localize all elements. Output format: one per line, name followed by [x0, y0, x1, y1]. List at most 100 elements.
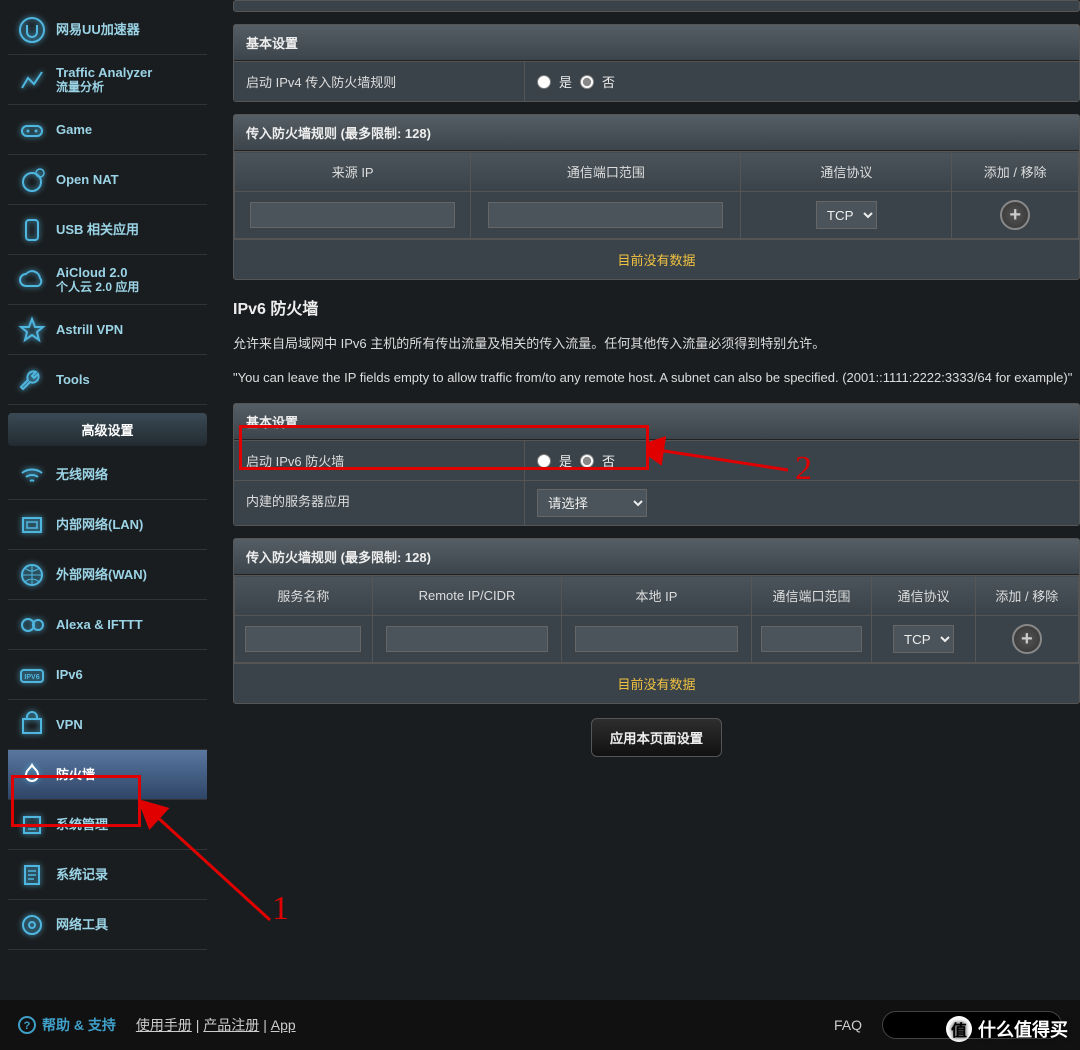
sidebar-item-astrill[interactable]: Astrill VPN [8, 305, 207, 355]
register-link[interactable]: 产品注册 [203, 1017, 259, 1033]
panel-header: 传入防火墙规则 (最多限制: 128) [234, 115, 1079, 151]
sidebar-label: 系统记录 [56, 867, 108, 883]
remote-ip-input[interactable] [386, 626, 548, 652]
ipv6-basic-panel: 基本设置 启动 IPv6 防火墙 是 否 内建的服务器应用 请选择 [233, 403, 1080, 526]
sidebar-label: 内部网络(LAN) [56, 517, 143, 533]
panel-header: 基本设置 [234, 25, 1079, 61]
table-row: TCP + [235, 616, 1079, 663]
col-action: 添加 / 移除 [952, 152, 1079, 192]
col-proto: 通信协议 [872, 576, 975, 616]
ipv6-rules-table: 服务名称 Remote IP/CIDR 本地 IP 通信端口范围 通信协议 添加… [234, 575, 1079, 663]
ipv6-desc2: "You can leave the IP fields empty to al… [233, 367, 1080, 389]
proto-select[interactable]: TCP [893, 625, 954, 653]
ipv4-basic-panel: 基本设置 启动 IPv4 传入防火墙规则 是 否 [233, 24, 1080, 102]
port-input[interactable] [488, 202, 723, 228]
ipv6-enable-yes[interactable] [537, 454, 551, 468]
sidebar-item-lan[interactable]: 内部网络(LAN) [8, 500, 207, 550]
sidebar-item-uu[interactable]: 网易UU加速器 [8, 5, 207, 55]
no-data-msg: 目前没有数据 [234, 663, 1079, 703]
sidebar-item-admin[interactable]: 系统管理 [8, 800, 207, 850]
sidebar-label: Tools [56, 372, 90, 388]
globe-gear-icon [14, 162, 50, 198]
col-local: 本地 IP [562, 576, 751, 616]
ipv6-server-label: 内建的服务器应用 [234, 481, 524, 525]
src-ip-input[interactable] [250, 202, 455, 228]
sidebar-label: Astrill VPN [56, 322, 123, 338]
usb-icon [14, 212, 50, 248]
port-input[interactable] [761, 626, 861, 652]
sidebar-item-firewall[interactable]: 防火墙 [8, 750, 207, 800]
sidebar-item-opennat[interactable]: Open NAT [8, 155, 207, 205]
ipv6-rules-panel: 传入防火墙规则 (最多限制: 128) 服务名称 Remote IP/CIDR … [233, 538, 1080, 704]
sidebar-item-ipv6[interactable]: IPV6 IPv6 [8, 650, 207, 700]
sidebar-label: 防火墙 [56, 767, 95, 783]
lan-icon [14, 507, 50, 543]
sidebar-label: AiCloud 2.0个人云 2.0 应用 [56, 265, 139, 295]
sidebar-label: 网络工具 [56, 917, 108, 933]
annotation-number-1: 1 [272, 890, 289, 928]
panel-header: 基本设置 [234, 404, 1079, 440]
sidebar-item-wan[interactable]: 外部网络(WAN) [8, 550, 207, 600]
server-select[interactable]: 请选择 [537, 489, 647, 517]
ipv4-enable-row: 启动 IPv4 传入防火墙规则 是 否 [234, 61, 1079, 101]
chart-icon [14, 62, 50, 98]
proto-select[interactable]: TCP [816, 201, 877, 229]
ipv6-enable-label: 启动 IPv6 防火墙 [234, 441, 524, 480]
star-icon [14, 312, 50, 348]
sidebar-item-tools[interactable]: Tools [8, 355, 207, 405]
wrench-icon [14, 362, 50, 398]
sidebar-item-usb[interactable]: USB 相关应用 [8, 205, 207, 255]
sidebar-label: USB 相关应用 [56, 222, 139, 238]
col-proto: 通信协议 [741, 152, 952, 192]
sidebar-item-traffic[interactable]: Traffic Analyzer流量分析 [8, 55, 207, 105]
table-row: TCP + [235, 192, 1079, 239]
footer: ? 帮助 & 支持 使用手册 | 产品注册 | App FAQ [0, 1000, 1080, 1050]
local-ip-input[interactable] [575, 626, 737, 652]
log-icon [14, 857, 50, 893]
sidebar-label: 无线网络 [56, 467, 108, 483]
ipv6-desc1: 允许来自局域网中 IPv6 主机的所有传出流量及相关的传入流量。任何其他传入流量… [233, 333, 1080, 355]
sidebar: 网易UU加速器 Traffic Analyzer流量分析 Game Open N… [0, 0, 215, 1000]
ipv4-enable-yes[interactable] [537, 75, 551, 89]
col-port: 通信端口范围 [471, 152, 741, 192]
tools-icon [14, 907, 50, 943]
sidebar-label: 外部网络(WAN) [56, 567, 147, 583]
apply-button[interactable]: 应用本页面设置 [591, 718, 722, 757]
sidebar-label: Open NAT [56, 172, 119, 188]
sidebar-item-aicloud[interactable]: AiCloud 2.0个人云 2.0 应用 [8, 255, 207, 305]
svg-text:?: ? [24, 1020, 31, 1032]
watermark-badge: 值 [946, 1016, 972, 1042]
ipv6-server-row: 内建的服务器应用 请选择 [234, 480, 1079, 525]
sidebar-item-game[interactable]: Game [8, 105, 207, 155]
sidebar-item-nettools[interactable]: 网络工具 [8, 900, 207, 950]
gamepad-icon [14, 112, 50, 148]
col-port: 通信端口范围 [751, 576, 872, 616]
manual-link[interactable]: 使用手册 [136, 1017, 192, 1033]
col-service: 服务名称 [235, 576, 373, 616]
add-rule-button[interactable]: + [1012, 624, 1042, 654]
service-input[interactable] [245, 626, 361, 652]
sidebar-label: VPN [56, 717, 83, 733]
globe-icon [14, 557, 50, 593]
sidebar-item-wireless[interactable]: 无线网络 [8, 450, 207, 500]
voice-icon [14, 607, 50, 643]
sidebar-item-syslog[interactable]: 系统记录 [8, 850, 207, 900]
help-link[interactable]: ? 帮助 & 支持 [18, 1015, 116, 1035]
sidebar-item-vpn[interactable]: VPN [8, 700, 207, 750]
admin-icon [14, 807, 50, 843]
svg-text:IPV6: IPV6 [24, 674, 39, 681]
ipv4-enable-no[interactable] [580, 75, 594, 89]
ipv6-enable-no[interactable] [580, 454, 594, 468]
ipv6-description: IPv6 防火墙 允许来自局域网中 IPv6 主机的所有传出流量及相关的传入流量… [233, 292, 1080, 403]
app-link[interactable]: App [271, 1017, 296, 1033]
ipv6-enable-row: 启动 IPv6 防火墙 是 否 [234, 440, 1079, 480]
panel-header: 传入防火墙规则 (最多限制: 128) [234, 539, 1079, 575]
sidebar-label: Traffic Analyzer流量分析 [56, 65, 152, 95]
sidebar-label: 系统管理 [56, 817, 108, 833]
sidebar-item-alexa[interactable]: Alexa & IFTTT [8, 600, 207, 650]
annotation-number-2: 2 [795, 450, 812, 488]
sidebar-label: Alexa & IFTTT [56, 617, 143, 633]
vpn-icon [14, 707, 50, 743]
add-rule-button[interactable]: + [1000, 200, 1030, 230]
help-icon: ? [18, 1016, 36, 1034]
